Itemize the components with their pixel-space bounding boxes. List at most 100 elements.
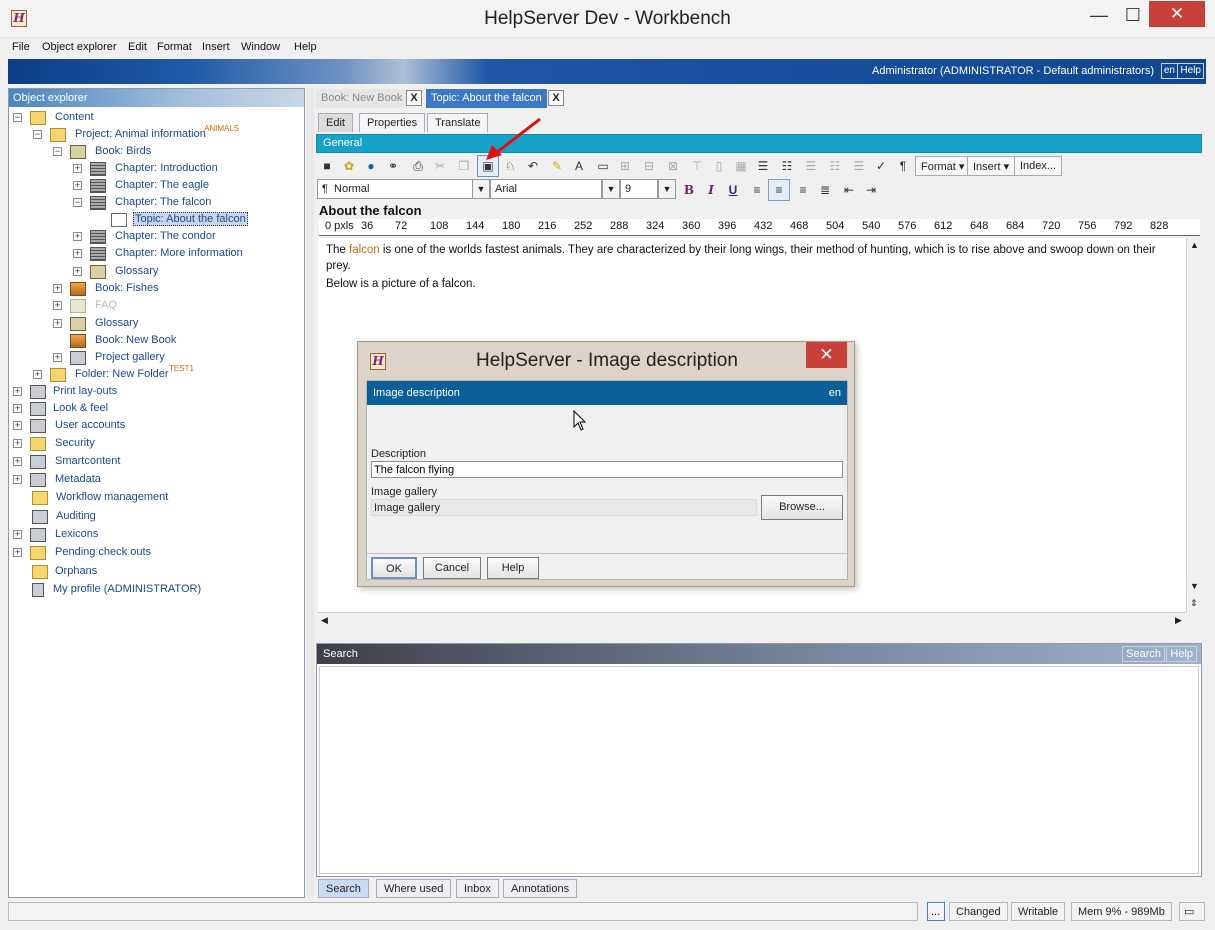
collapse-icon[interactable]: − (33, 130, 42, 139)
table-row-icon[interactable]: ⊠ (662, 155, 684, 177)
keyword-link[interactable]: falcon (349, 244, 380, 256)
align-left-icon[interactable]: ≡ (746, 179, 768, 201)
expand-icon[interactable]: + (13, 457, 22, 466)
list-indent-icon[interactable]: ☷ (824, 155, 846, 177)
chevron-down-icon[interactable]: ▼ (658, 179, 676, 199)
frame-icon[interactable]: ▭ (592, 155, 614, 177)
description-input[interactable] (371, 461, 843, 478)
panel-splitter[interactable] (306, 88, 314, 898)
save-icon[interactable]: ■ (316, 155, 338, 177)
scroll-split-icon[interactable]: ⇕ (1190, 598, 1198, 609)
dialog-help-button[interactable]: Help (487, 557, 539, 579)
banner-help-button[interactable]: Help (1177, 63, 1204, 79)
index-button[interactable]: Index... (1014, 156, 1063, 176)
expand-icon[interactable]: + (73, 267, 82, 276)
expand-icon[interactable]: + (13, 475, 22, 484)
list-icon[interactable]: ☰ (800, 155, 822, 177)
insert-dropdown[interactable]: Insert ▾ (967, 156, 1016, 176)
tab-properties[interactable]: Properties (359, 113, 426, 132)
horizontal-scrollbar[interactable]: ◀ ▶ (318, 612, 1186, 628)
refresh-icon[interactable]: ✿ (338, 155, 360, 177)
highlight-icon[interactable]: ✎ (546, 155, 568, 177)
indent-icon[interactable]: ⇥ (860, 179, 882, 201)
cut-icon[interactable]: ✂ (429, 155, 451, 177)
spellcheck-icon[interactable]: ✓ (870, 155, 892, 177)
expand-icon[interactable]: + (53, 353, 62, 362)
expand-icon[interactable]: + (73, 164, 82, 173)
scroll-down-icon[interactable]: ▼ (1190, 581, 1199, 591)
globe-icon[interactable]: ● (360, 155, 382, 177)
collapse-icon[interactable]: − (13, 113, 22, 122)
expand-icon[interactable]: + (13, 439, 22, 448)
list-outdent-icon[interactable]: ☰ (848, 155, 870, 177)
close-window-button[interactable]: ✕ (1149, 1, 1205, 27)
search-help-button[interactable]: Help (1166, 646, 1197, 662)
expand-icon[interactable]: + (53, 319, 62, 328)
tab-book-new-book[interactable]: Book: New Book (316, 89, 408, 108)
collapse-icon[interactable]: − (53, 147, 62, 156)
menu-help[interactable]: Help (294, 41, 317, 53)
menu-file[interactable]: File (12, 41, 30, 53)
underline-icon[interactable]: U (722, 179, 744, 201)
vertical-scrollbar[interactable]: ▲ ▼ ⇕ (1186, 238, 1202, 612)
ok-button[interactable]: OK (371, 557, 417, 579)
chevron-down-icon[interactable]: ▼ (602, 179, 620, 199)
tab-inbox[interactable]: Inbox (456, 879, 499, 898)
font-color-icon[interactable]: A (568, 155, 590, 177)
table-insert-icon[interactable]: ⊟ (638, 155, 660, 177)
menu-edit[interactable]: Edit (128, 41, 147, 53)
menu-format[interactable]: Format (157, 41, 192, 53)
language-button[interactable]: en (1160, 63, 1178, 79)
close-tab-button[interactable]: X (406, 90, 422, 106)
tab-edit[interactable]: Edit (318, 113, 353, 132)
split-cell-icon[interactable]: ▯ (708, 155, 730, 177)
expand-icon[interactable]: + (73, 249, 82, 258)
expand-icon[interactable]: + (53, 301, 62, 310)
bold-icon[interactable]: B (678, 179, 700, 201)
browse-button[interactable]: Browse... (761, 495, 843, 520)
expand-icon[interactable]: + (73, 181, 82, 190)
table-col-icon[interactable]: ⊤ (686, 155, 708, 177)
menu-insert[interactable]: Insert (202, 41, 230, 53)
align-center-icon[interactable]: ≡ (768, 179, 790, 201)
tab-topic-about-falcon[interactable]: Topic: About the falcon (426, 89, 547, 108)
tab-where-used[interactable]: Where used (376, 879, 452, 898)
bullet-list-icon[interactable]: ☷ (776, 155, 798, 177)
pilcrow-icon[interactable]: ¶ (892, 155, 914, 177)
maximize-button[interactable]: ☐ (1120, 4, 1146, 28)
expand-icon[interactable]: + (53, 284, 62, 293)
italic-icon[interactable]: I (700, 179, 722, 201)
table-icon[interactable]: ⊞ (614, 155, 636, 177)
numbered-list-icon[interactable]: ☰ (752, 155, 774, 177)
close-tab-button[interactable]: X (548, 90, 564, 106)
resize-grip-icon[interactable]: ▭ (1179, 902, 1205, 921)
font-select[interactable]: Arial (490, 179, 602, 199)
minimize-button[interactable]: — (1086, 4, 1112, 28)
justify-icon[interactable]: ≣ (814, 179, 836, 201)
chevron-down-icon[interactable]: ▼ (472, 179, 490, 199)
menu-window[interactable]: Window (241, 41, 280, 53)
search-results[interactable] (319, 666, 1199, 874)
print-icon[interactable]: ⎙ (407, 155, 429, 177)
cancel-button[interactable]: Cancel (423, 557, 481, 579)
search-button[interactable]: Search (1122, 646, 1165, 662)
dialog-close-button[interactable]: ✕ (806, 342, 847, 368)
scroll-left-icon[interactable]: ◀ (321, 615, 328, 626)
menu-object-explorer[interactable]: Object explorer (42, 41, 117, 53)
preview-icon[interactable]: ⚭ (382, 155, 404, 177)
align-right-icon[interactable]: ≡ (792, 179, 814, 201)
copy-icon[interactable]: ❐ (453, 155, 475, 177)
expand-icon[interactable]: + (13, 530, 22, 539)
expand-icon[interactable]: + (13, 387, 22, 396)
expand-icon[interactable]: + (13, 421, 22, 430)
expand-icon[interactable]: + (13, 404, 22, 413)
paragraph-style-select[interactable]: ¶ Normal (317, 179, 473, 199)
font-size-select[interactable]: 9 (620, 179, 658, 199)
scroll-right-icon[interactable]: ▶ (1175, 615, 1182, 626)
tab-annotations[interactable]: Annotations (503, 879, 578, 898)
outdent-icon[interactable]: ⇤ (838, 179, 860, 201)
status-more-button[interactable]: ... (927, 902, 945, 921)
collapse-icon[interactable]: − (73, 198, 82, 207)
scroll-up-icon[interactable]: ▲ (1190, 240, 1199, 250)
merge-cell-icon[interactable]: ▦ (730, 155, 752, 177)
